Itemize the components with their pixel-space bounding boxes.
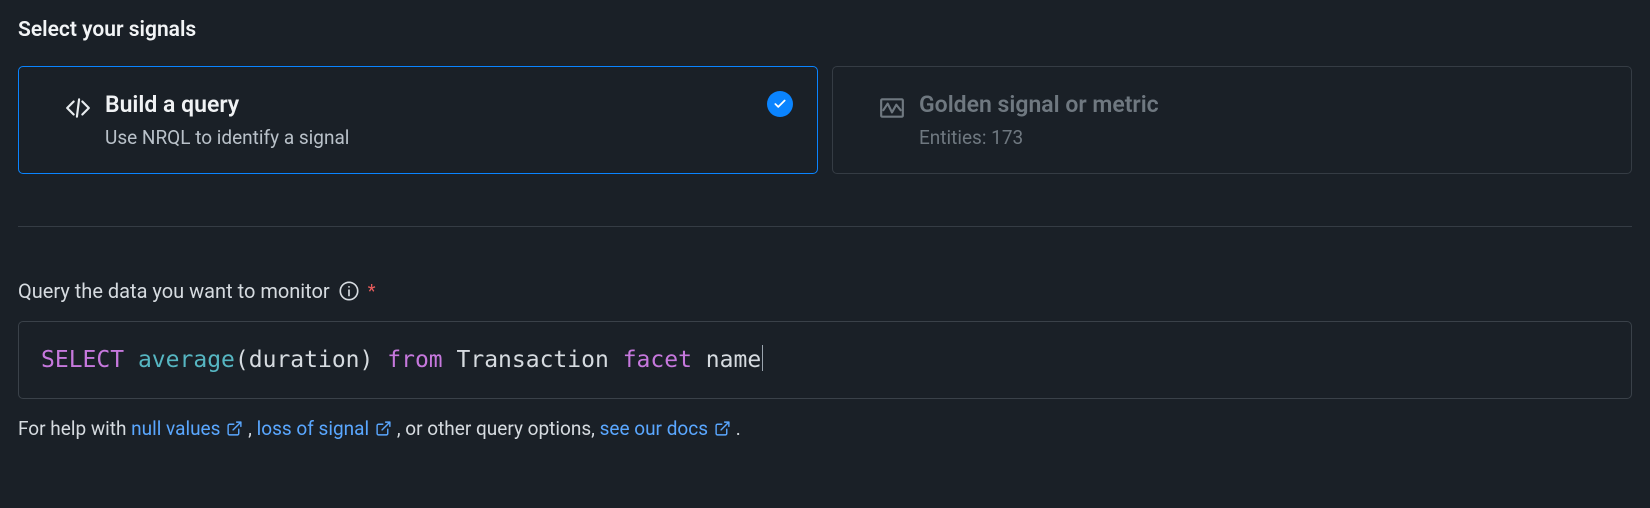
golden-signal-title: Golden signal or metric <box>919 91 1603 118</box>
help-suffix: . <box>736 417 741 440</box>
query-field-label: Query the data you want to monitor * <box>18 279 1632 303</box>
see-our-docs-link-text: see our docs <box>600 417 708 440</box>
tok-paren-close: ) <box>360 347 374 373</box>
null-values-link[interactable]: null values <box>131 417 243 440</box>
help-mid: , or other query options, <box>397 417 600 440</box>
help-prefix: For help with <box>18 417 131 440</box>
code-icon <box>65 95 91 121</box>
build-a-query-subtitle: Use NRQL to identify a signal <box>105 126 789 149</box>
help-sep1: , <box>248 417 256 440</box>
activity-icon <box>879 95 905 121</box>
required-asterisk: * <box>368 281 376 302</box>
tok-arg: duration <box>249 347 360 373</box>
tok-table: Transaction <box>457 347 609 373</box>
nrql-query-input[interactable]: SELECT average(duration) from Transactio… <box>18 321 1632 399</box>
null-values-link-text: null values <box>131 417 220 440</box>
golden-signal-card[interactable]: Golden signal or metric Entities: 173 <box>832 66 1632 174</box>
info-icon[interactable] <box>338 280 360 302</box>
divider <box>18 226 1632 227</box>
external-link-icon <box>226 420 243 437</box>
loss-of-signal-link[interactable]: loss of signal <box>257 417 392 440</box>
see-our-docs-link[interactable]: see our docs <box>600 417 731 440</box>
tok-paren-open: ( <box>235 347 249 373</box>
tok-from: from <box>387 347 442 373</box>
check-circle-icon <box>767 91 793 117</box>
tok-facet: facet <box>623 347 692 373</box>
signal-option-cards: Build a query Use NRQL to identify a sig… <box>18 66 1632 174</box>
tok-select: SELECT <box>41 347 124 373</box>
text-caret <box>762 345 763 371</box>
golden-signal-subtitle: Entities: 173 <box>919 126 1603 149</box>
query-field-label-text: Query the data you want to monitor <box>18 279 330 303</box>
help-text: For help with null values , loss of sign… <box>18 417 1632 440</box>
external-link-icon <box>714 420 731 437</box>
build-a-query-card[interactable]: Build a query Use NRQL to identify a sig… <box>18 66 818 174</box>
tok-function: average <box>138 347 235 373</box>
tok-col: name <box>706 347 761 373</box>
section-title: Select your signals <box>18 18 1632 42</box>
external-link-icon <box>375 420 392 437</box>
loss-of-signal-link-text: loss of signal <box>257 417 369 440</box>
build-a-query-title: Build a query <box>105 91 789 118</box>
